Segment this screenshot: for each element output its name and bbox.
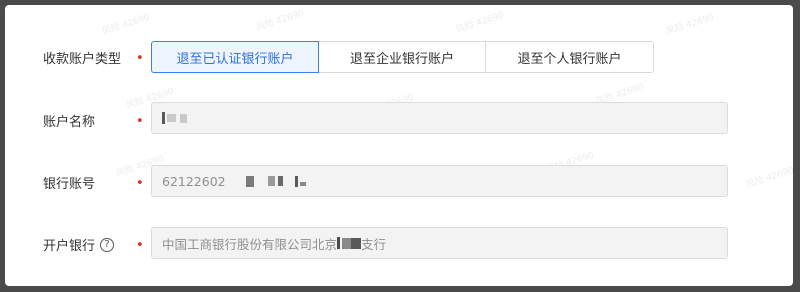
- required-mark: •: [136, 51, 144, 66]
- cut-off-text: · ·: [153, 5, 164, 9]
- redacted-block: [277, 176, 283, 186]
- required-mark: •: [136, 114, 144, 129]
- bank-account-field[interactable]: 62122602: [151, 165, 728, 197]
- watermark: 风险 42690: [455, 10, 506, 36]
- bank-branch-field[interactable]: 中国工商银行股份有限公司北京 支行: [151, 227, 728, 259]
- account-type-label: 收款账户类型: [43, 52, 122, 67]
- bank-branch-label-text: 开户银行: [43, 239, 96, 254]
- required-mark: •: [136, 176, 144, 191]
- option-verified-bank-account[interactable]: 退至已认证银行账户: [151, 41, 319, 73]
- watermark: 风险 42690: [255, 8, 306, 34]
- help-icon[interactable]: ?: [100, 237, 115, 252]
- redacted-block: [299, 182, 306, 186]
- bank-account-value: 62122602: [162, 173, 226, 189]
- redacted-block: [342, 237, 352, 249]
- redacted-block: [167, 114, 176, 122]
- watermark: 风险 42690: [665, 12, 716, 38]
- account-name-field[interactable]: [151, 102, 728, 134]
- redacted-block: [162, 112, 165, 124]
- redacted-block: [337, 237, 341, 249]
- bank-branch-suffix: 支行: [361, 236, 387, 252]
- account-name-label: 账户名称: [43, 115, 96, 130]
- watermark: 风险 42690: [101, 12, 152, 38]
- redacted-block: [294, 175, 298, 187]
- bank-branch-value: 中国工商银行股份有限公司北京: [162, 236, 338, 252]
- bank-branch-label: 开户银行 ?: [43, 235, 115, 254]
- option-company-bank-account[interactable]: 退至企业银行账户: [318, 41, 486, 73]
- refund-form-card: · · 风险 42690 风险 42690 风险 42690 风险 42690 …: [5, 5, 793, 286]
- redacted-block: [267, 176, 275, 186]
- bank-account-label: 银行账号: [43, 177, 96, 192]
- required-mark: •: [136, 238, 144, 253]
- redacted-block: [351, 237, 362, 249]
- account-type-segmented: 退至已认证银行账户 退至企业银行账户 退至个人银行账户: [151, 41, 654, 73]
- redacted-block: [180, 113, 187, 123]
- watermark: 风险 42690: [745, 165, 793, 191]
- redacted-block: [245, 175, 254, 187]
- option-personal-bank-account[interactable]: 退至个人银行账户: [485, 41, 654, 73]
